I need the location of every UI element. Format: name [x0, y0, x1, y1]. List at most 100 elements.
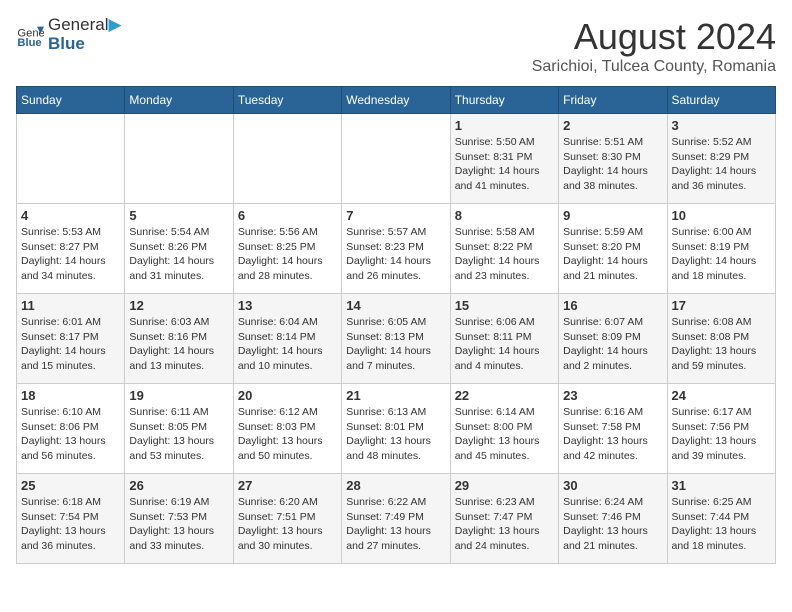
day-info: Sunrise: 5:51 AMSunset: 8:30 PMDaylight:…: [563, 135, 662, 194]
day-cell: 16 Sunrise: 6:07 AMSunset: 8:09 PMDayligh…: [559, 294, 667, 384]
day-info: Sunrise: 6:13 AMSunset: 8:01 PMDaylight:…: [346, 405, 445, 464]
day-number: 21: [346, 388, 445, 403]
day-cell: 7 Sunrise: 5:57 AMSunset: 8:23 PMDaylight…: [342, 204, 450, 294]
day-info: Sunrise: 6:23 AMSunset: 7:47 PMDaylight:…: [455, 495, 554, 554]
day-cell: 25Sunrise: 6:18 AMSunset: 7:54 PMDayligh…: [17, 474, 125, 564]
day-info: Sunrise: 5:59 AMSunset: 8:20 PMDaylight:…: [563, 225, 662, 284]
day-info: Sunrise: 6:25 AMSunset: 7:44 PMDaylight:…: [672, 495, 771, 554]
day-info: Sunrise: 6:03 AMSunset: 8:16 PMDaylight:…: [129, 315, 228, 374]
day-cell: 1 Sunrise: 5:50 AMSunset: 8:31 PMDaylight…: [450, 114, 558, 204]
day-number: 30: [563, 478, 662, 493]
logo-blue-text: Blue: [48, 35, 122, 54]
day-number: 4: [21, 208, 120, 223]
day-number: 28: [346, 478, 445, 493]
day-cell: 22Sunrise: 6:14 AMSunset: 8:00 PMDayligh…: [450, 384, 558, 474]
day-number: 25: [21, 478, 120, 493]
day-number: 14: [346, 298, 445, 313]
day-info: Sunrise: 6:17 AMSunset: 7:56 PMDaylight:…: [672, 405, 771, 464]
logo-general-text: General▶: [48, 16, 122, 35]
day-number: 8: [455, 208, 554, 223]
calendar-table: SundayMondayTuesdayWednesdayThursdayFrid…: [16, 86, 776, 564]
week-row-1: 1 Sunrise: 5:50 AMSunset: 8:31 PMDaylight…: [17, 114, 776, 204]
day-cell: 5Sunrise: 5:54 AMSunset: 8:26 PMDaylight…: [125, 204, 233, 294]
day-number: 17: [672, 298, 771, 313]
day-cell: 9 Sunrise: 5:59 AMSunset: 8:20 PMDaylight…: [559, 204, 667, 294]
day-cell: 26Sunrise: 6:19 AMSunset: 7:53 PMDayligh…: [125, 474, 233, 564]
day-cell: 18Sunrise: 6:10 AMSunset: 8:06 PMDayligh…: [17, 384, 125, 474]
day-number: 24: [672, 388, 771, 403]
day-number: 16: [563, 298, 662, 313]
day-info: Sunrise: 6:01 AMSunset: 8:17 PMDaylight:…: [21, 315, 120, 374]
day-number: 11: [21, 298, 120, 313]
day-cell: 31 Sunrise: 6:25 AMSunset: 7:44 PMDayligh…: [667, 474, 775, 564]
weekday-header-row: SundayMondayTuesdayWednesdayThursdayFrid…: [17, 87, 776, 114]
week-row-3: 11 Sunrise: 6:01 AMSunset: 8:17 PMDayligh…: [17, 294, 776, 384]
day-cell: 2 Sunrise: 5:51 AMSunset: 8:30 PMDaylight…: [559, 114, 667, 204]
day-info: Sunrise: 6:05 AMSunset: 8:13 PMDaylight:…: [346, 315, 445, 374]
day-number: 3: [672, 118, 771, 133]
weekday-header-wednesday: Wednesday: [342, 87, 450, 114]
weekday-header-monday: Monday: [125, 87, 233, 114]
day-cell: [233, 114, 341, 204]
week-row-5: 25Sunrise: 6:18 AMSunset: 7:54 PMDayligh…: [17, 474, 776, 564]
day-cell: 14 Sunrise: 6:05 AMSunset: 8:13 PMDayligh…: [342, 294, 450, 384]
day-cell: 13Sunrise: 6:04 AMSunset: 8:14 PMDayligh…: [233, 294, 341, 384]
day-number: 7: [346, 208, 445, 223]
day-cell: 17 Sunrise: 6:08 AMSunset: 8:08 PMDayligh…: [667, 294, 775, 384]
day-info: Sunrise: 6:11 AMSunset: 8:05 PMDaylight:…: [129, 405, 228, 464]
logo-icon: General Blue: [16, 21, 44, 49]
location-title: Sarichioi, Tulcea County, Romania: [532, 58, 776, 76]
day-cell: 6 Sunrise: 5:56 AMSunset: 8:25 PMDaylight…: [233, 204, 341, 294]
day-cell: 20 Sunrise: 6:12 AMSunset: 8:03 PMDayligh…: [233, 384, 341, 474]
day-cell: [17, 114, 125, 204]
day-info: Sunrise: 6:24 AMSunset: 7:46 PMDaylight:…: [563, 495, 662, 554]
day-number: 23: [563, 388, 662, 403]
day-cell: 10 Sunrise: 6:00 AMSunset: 8:19 PMDayligh…: [667, 204, 775, 294]
day-info: Sunrise: 6:00 AMSunset: 8:19 PMDaylight:…: [672, 225, 771, 284]
day-number: 29: [455, 478, 554, 493]
week-row-2: 4Sunrise: 5:53 AMSunset: 8:27 PMDaylight…: [17, 204, 776, 294]
day-info: Sunrise: 6:20 AMSunset: 7:51 PMDaylight:…: [238, 495, 337, 554]
weekday-header-thursday: Thursday: [450, 87, 558, 114]
day-cell: 21 Sunrise: 6:13 AMSunset: 8:01 PMDayligh…: [342, 384, 450, 474]
day-number: 20: [238, 388, 337, 403]
day-info: Sunrise: 6:12 AMSunset: 8:03 PMDaylight:…: [238, 405, 337, 464]
day-info: Sunrise: 6:06 AMSunset: 8:11 PMDaylight:…: [455, 315, 554, 374]
day-number: 6: [238, 208, 337, 223]
day-cell: 30 Sunrise: 6:24 AMSunset: 7:46 PMDayligh…: [559, 474, 667, 564]
title-block: August 2024 Sarichioi, Tulcea County, Ro…: [532, 16, 776, 76]
day-cell: 27Sunrise: 6:20 AMSunset: 7:51 PMDayligh…: [233, 474, 341, 564]
svg-text:Blue: Blue: [17, 37, 41, 49]
day-number: 22: [455, 388, 554, 403]
day-cell: 3 Sunrise: 5:52 AMSunset: 8:29 PMDaylight…: [667, 114, 775, 204]
day-info: Sunrise: 5:50 AMSunset: 8:31 PMDaylight:…: [455, 135, 554, 194]
day-cell: 23 Sunrise: 6:16 AMSunset: 7:58 PMDayligh…: [559, 384, 667, 474]
day-cell: [125, 114, 233, 204]
day-cell: 15Sunrise: 6:06 AMSunset: 8:11 PMDayligh…: [450, 294, 558, 384]
day-cell: 19 Sunrise: 6:11 AMSunset: 8:05 PMDayligh…: [125, 384, 233, 474]
day-number: 5: [129, 208, 228, 223]
month-title: August 2024: [532, 16, 776, 58]
day-info: Sunrise: 6:10 AMSunset: 8:06 PMDaylight:…: [21, 405, 120, 464]
day-number: 9: [563, 208, 662, 223]
day-number: 2: [563, 118, 662, 133]
day-info: Sunrise: 5:58 AMSunset: 8:22 PMDaylight:…: [455, 225, 554, 284]
day-cell: [342, 114, 450, 204]
day-number: 31: [672, 478, 771, 493]
day-number: 1: [455, 118, 554, 133]
day-info: Sunrise: 5:56 AMSunset: 8:25 PMDaylight:…: [238, 225, 337, 284]
day-info: Sunrise: 5:52 AMSunset: 8:29 PMDaylight:…: [672, 135, 771, 194]
day-info: Sunrise: 6:07 AMSunset: 8:09 PMDaylight:…: [563, 315, 662, 374]
weekday-header-friday: Friday: [559, 87, 667, 114]
day-info: Sunrise: 6:19 AMSunset: 7:53 PMDaylight:…: [129, 495, 228, 554]
day-cell: 8 Sunrise: 5:58 AMSunset: 8:22 PMDaylight…: [450, 204, 558, 294]
day-cell: 24 Sunrise: 6:17 AMSunset: 7:56 PMDayligh…: [667, 384, 775, 474]
day-cell: 28 Sunrise: 6:22 AMSunset: 7:49 PMDayligh…: [342, 474, 450, 564]
weekday-header-saturday: Saturday: [667, 87, 775, 114]
day-number: 19: [129, 388, 228, 403]
day-info: Sunrise: 5:57 AMSunset: 8:23 PMDaylight:…: [346, 225, 445, 284]
day-info: Sunrise: 6:16 AMSunset: 7:58 PMDaylight:…: [563, 405, 662, 464]
day-info: Sunrise: 6:08 AMSunset: 8:08 PMDaylight:…: [672, 315, 771, 374]
day-number: 10: [672, 208, 771, 223]
day-info: Sunrise: 6:22 AMSunset: 7:49 PMDaylight:…: [346, 495, 445, 554]
